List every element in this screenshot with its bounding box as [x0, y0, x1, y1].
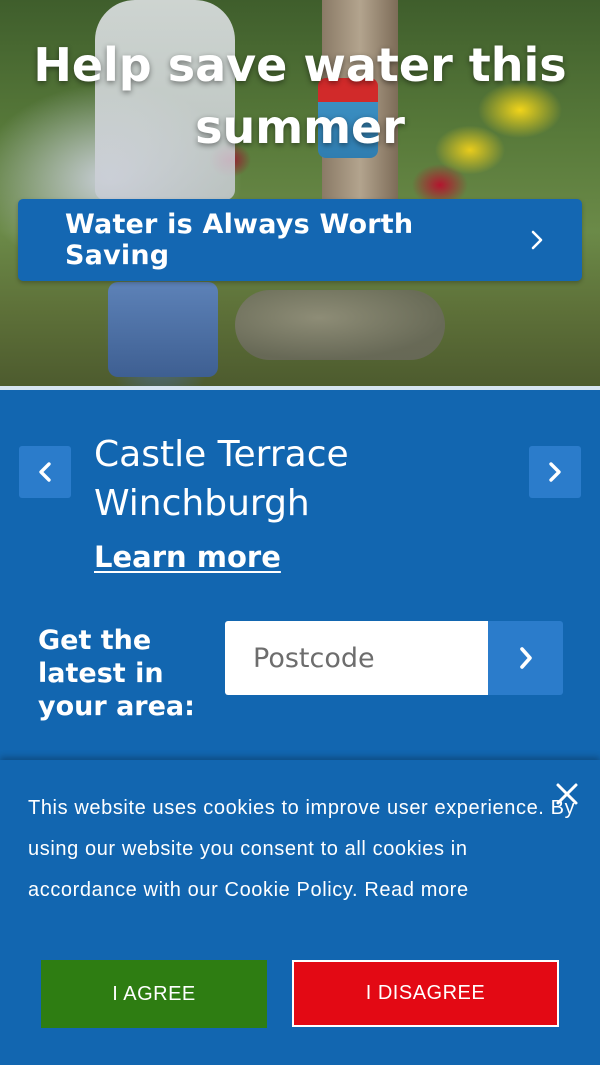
cta-label: Water is Always Worth Saving — [65, 209, 414, 271]
chevron-right-icon — [531, 230, 543, 250]
cookie-disagree-button[interactable]: I DISAGREE — [292, 960, 559, 1027]
location-name: Castle Terrace Winchburgh — [94, 434, 349, 524]
cookie-agree-button[interactable]: I AGREE — [41, 960, 267, 1028]
close-icon[interactable] — [553, 780, 581, 808]
chevron-right-icon — [549, 462, 561, 482]
learn-more-link[interactable]: Learn more — [94, 540, 281, 574]
postcode-submit-button[interactable] — [488, 621, 563, 695]
chevron-left-icon — [39, 462, 51, 482]
previous-location-button[interactable] — [19, 446, 71, 498]
next-location-button[interactable] — [529, 446, 581, 498]
cookie-banner: This website uses cookies to improve use… — [0, 760, 600, 1065]
hero-photo-legs — [108, 282, 218, 377]
location-panel: Castle Terrace Winchburgh Learn more Get… — [0, 390, 600, 760]
chevron-right-icon — [519, 647, 532, 669]
cookie-message: This website uses cookies to improve use… — [28, 797, 576, 901]
postcode-label: Get the latest in your area: — [38, 625, 195, 722]
hero-photo-rocks — [235, 290, 445, 360]
hero-title: Help save water this summer — [33, 38, 567, 154]
hero-banner: Help save water this summer Water is Alw… — [0, 0, 600, 386]
postcode-input[interactable] — [225, 621, 488, 695]
water-saving-cta-button[interactable]: Water is Always Worth Saving — [18, 199, 582, 281]
